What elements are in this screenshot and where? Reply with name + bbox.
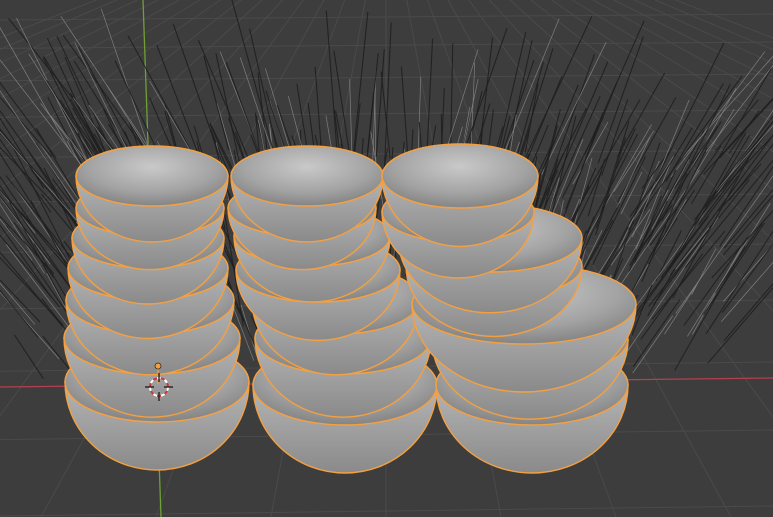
bowl-object-1[interactable] <box>63 145 250 471</box>
3d-viewport[interactable] <box>0 0 773 517</box>
viewport-canvas[interactable] <box>0 0 773 517</box>
